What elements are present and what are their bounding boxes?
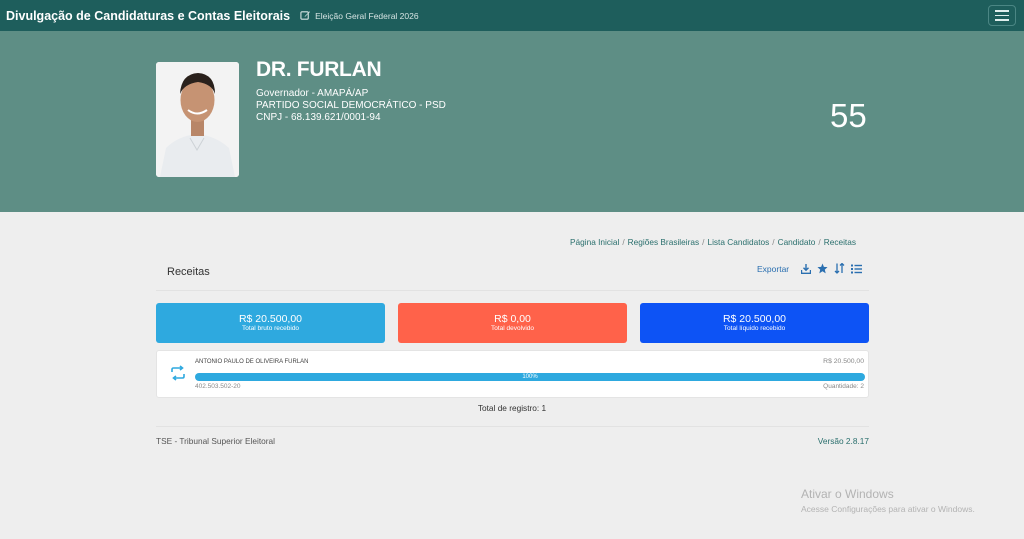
edit-icon [300,11,311,20]
windows-activation-watermark: Ativar o Windows Acesse Configurações pa… [801,487,975,514]
donor-name: ANTONIO PAULO DE OLIVEIRA FURLAN [195,359,309,365]
candidate-office: Governador - AMAPÁ/AP [256,88,369,99]
total-devolvido-label: Total devolvido [491,325,534,332]
watermark-title: Ativar o Windows [801,487,894,501]
candidate-header: DR. FURLAN Governador - AMAPÁ/AP PARTIDO… [0,31,1024,212]
app-title[interactable]: Divulgação de Candidaturas e Contas Elei… [6,9,290,23]
menu-bar [995,19,1009,21]
top-navbar: Divulgação de Candidaturas e Contas Elei… [0,0,1024,31]
election-selector[interactable]: Eleição Geral Federal 2026 [300,10,419,21]
section-title: Receitas [167,266,210,278]
receipts-toolbar: Exportar [757,263,863,274]
total-liquido-label: Total líquido recebido [723,325,786,332]
list-icon[interactable] [851,263,863,274]
candidate-cnpj: CNPJ - 68.139.621/0001-94 [256,112,381,123]
footer-divider [156,426,869,427]
export-link[interactable]: Exportar [757,264,789,274]
breadcrumb-regions[interactable]: Regiões Brasileiras [628,237,699,247]
receipt-amount: R$ 20.500,00 [823,358,864,365]
total-devolvido-card: R$ 0,00 Total devolvido [398,303,627,343]
candidate-name: DR. FURLAN [256,58,382,81]
candidate-info: Governador - AMAPÁ/AP PARTIDO SOCIAL DEM… [256,88,446,124]
hamburger-menu-button[interactable] [988,5,1016,26]
total-bruto-label: Total bruto recebido [241,325,300,332]
star-icon[interactable] [817,263,828,274]
total-records: Total de registro: 1 [477,403,547,413]
total-bruto-card: R$ 20.500,00 Total bruto recebido [156,303,385,343]
receipt-quantity: Quantidade: 2 [823,383,864,390]
donor-document: 402.503.502-20 [195,383,241,390]
download-icon[interactable] [800,263,811,274]
menu-bar [995,14,1009,17]
footer-org: TSE - Tribunal Superior Eleitoral [156,436,275,446]
breadcrumb-candidate-list[interactable]: Lista Candidatos [707,237,769,247]
breadcrumb: Página Inicial / Regiões Brasileiras / Lista… [569,237,856,247]
footer-version[interactable]: Versão 2.8.17 [818,436,869,446]
total-bruto-amount: R$ 20.500,00 [238,313,303,325]
breadcrumb-candidate[interactable]: Candidato [778,237,816,247]
repeat-icon [170,365,186,386]
breadcrumb-receipts: Receitas [823,237,856,247]
breadcrumb-home[interactable]: Página Inicial [570,237,619,247]
total-devolvido-amount: R$ 0,00 [494,313,531,325]
section-divider [156,290,869,291]
total-liquido-card: R$ 20.500,00 Total líquido recebido [640,303,869,343]
watermark-subtitle: Acesse Configurações para ativar o Windo… [801,504,975,514]
total-liquido-amount: R$ 20.500,00 [722,313,787,325]
list-item[interactable]: ANTONIO PAULO DE OLIVEIRA FURLAN R$ 20.5… [156,350,869,398]
candidate-party: PARTIDO SOCIAL DEMOCRÁTICO - PSD [256,100,446,111]
receipt-progress-fill: 100% [195,373,865,381]
receipt-progress-bar: 100% [195,373,865,381]
menu-bar [995,10,1009,12]
sort-icon[interactable] [834,263,845,274]
election-label: Eleição Geral Federal 2026 [315,10,419,21]
candidate-number: 55 [830,97,867,134]
candidate-photo [156,62,239,177]
